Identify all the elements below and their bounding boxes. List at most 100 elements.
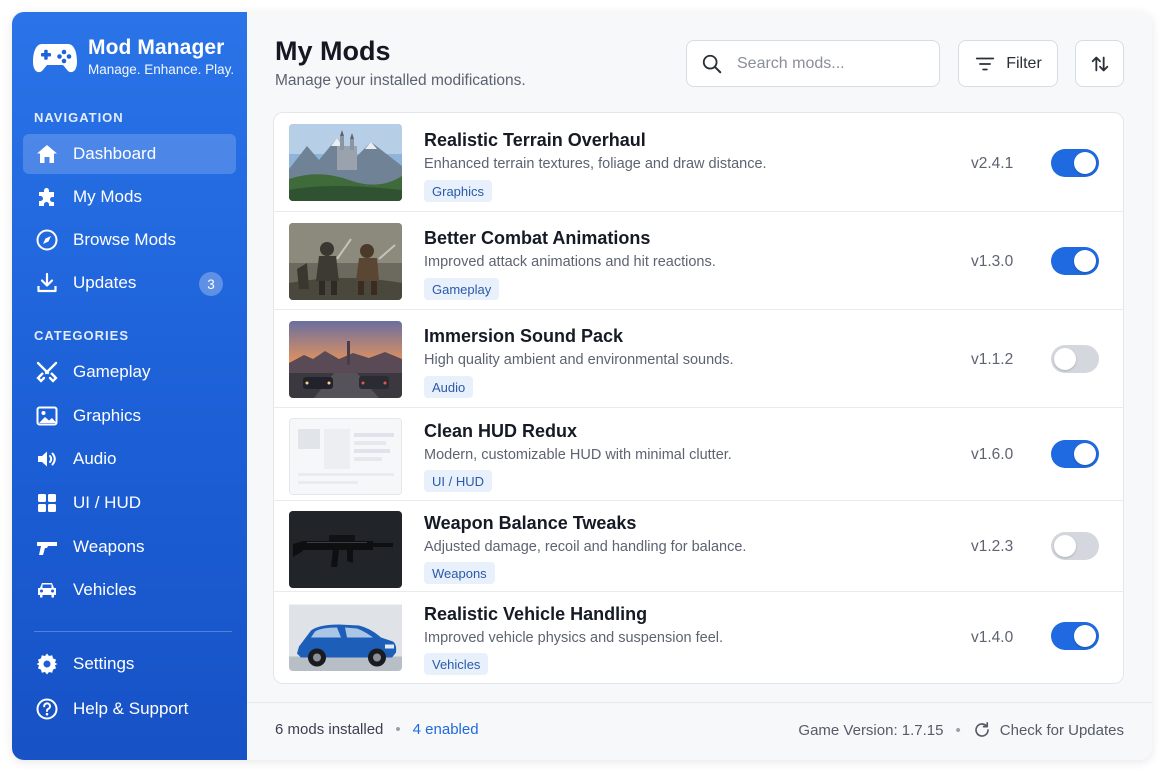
mod-enable-toggle[interactable] — [1051, 149, 1099, 177]
download-icon — [34, 270, 60, 296]
mod-thumbnail — [289, 418, 402, 495]
sunset-road-image — [289, 321, 402, 398]
mod-thumbnail — [289, 223, 402, 300]
mod-row: Realistic Vehicle Handling Improved vehi… — [274, 592, 1123, 683]
sidebar: Mod Manager Manage. Enhance. Play. NAVIG… — [12, 12, 247, 760]
app-tagline: Manage. Enhance. Play. — [88, 62, 235, 77]
mod-category-tag: UI / HUD — [424, 470, 492, 492]
sidebar-item-label: Settings — [73, 654, 135, 673]
enabled-count: 4 enabled — [412, 721, 479, 738]
sidebar-item-ui-hud[interactable]: UI / HUD — [23, 483, 236, 523]
crossed-swords-icon — [34, 359, 60, 385]
main-content: My Mods Manage your installed modificati… — [247, 12, 1152, 760]
page-title: My Mods — [275, 36, 391, 66]
mod-description: High quality ambient and environmental s… — [424, 352, 734, 368]
filter-label: Filter — [1006, 54, 1042, 72]
gear-icon — [34, 651, 60, 677]
gamepad-icon — [33, 43, 77, 72]
sidebar-item-settings[interactable]: Settings — [23, 644, 236, 684]
sidebar-item-dashboard[interactable]: Dashboard — [23, 134, 236, 174]
mod-title: Immersion Sound Pack — [424, 326, 624, 346]
filter-button[interactable]: Filter — [958, 40, 1058, 87]
game-version: Game Version: 1.7.15 — [798, 721, 944, 739]
mod-enable-toggle[interactable] — [1051, 440, 1099, 468]
mod-version: v2.4.1 — [971, 155, 1014, 172]
mod-version: v1.4.0 — [971, 629, 1014, 646]
sidebar-item-my-mods[interactable]: My Mods — [23, 177, 236, 217]
warriors-image — [289, 223, 402, 300]
sidebar-item-vehicles[interactable]: Vehicles — [23, 570, 236, 610]
navigation-section-label: NAVIGATION — [34, 110, 124, 125]
sort-arrows-icon — [1091, 56, 1108, 71]
footer-divider — [247, 702, 1152, 703]
sidebar-item-label: Graphics — [73, 406, 142, 425]
sort-button[interactable] — [1075, 40, 1124, 87]
sidebar-item-browse-mods[interactable]: Browse Mods — [23, 220, 236, 260]
mod-thumbnail — [289, 601, 402, 671]
mod-list: Realistic Terrain Overhaul Enhanced terr… — [273, 112, 1124, 684]
mod-category-tag: Graphics — [424, 180, 493, 202]
help-icon — [34, 696, 60, 722]
sidebar-item-graphics[interactable]: Graphics — [23, 396, 236, 436]
toggle-knob — [1054, 535, 1076, 557]
speaker-icon — [34, 446, 60, 472]
sidebar-item-updates[interactable]: Updates 3 — [23, 263, 236, 303]
sidebar-item-weapons[interactable]: Weapons — [23, 527, 236, 567]
separator-dot: • — [955, 721, 961, 739]
mod-enable-toggle[interactable] — [1051, 345, 1099, 373]
sidebar-item-label: Weapons — [73, 537, 145, 556]
updates-count-badge: 3 — [199, 272, 223, 296]
toggle-knob — [1054, 348, 1076, 370]
installed-count: 6 mods installed — [275, 721, 384, 738]
mod-enable-toggle[interactable] — [1051, 247, 1099, 275]
sidebar-item-label: My Mods — [73, 187, 142, 206]
blue-car-image — [289, 604, 402, 671]
mod-row: Weapon Balance Tweaks Adjusted damage, r… — [274, 501, 1123, 592]
filter-icon — [976, 57, 995, 70]
mod-title: Realistic Vehicle Handling — [424, 604, 648, 624]
car-icon — [34, 577, 60, 603]
sidebar-divider — [34, 631, 232, 632]
grid-icon — [34, 490, 60, 516]
mod-version: v1.2.3 — [971, 538, 1014, 555]
sidebar-item-label: Gameplay — [73, 362, 151, 381]
sidebar-item-gameplay[interactable]: Gameplay — [23, 352, 236, 392]
check-updates-label: Check for Updates — [999, 721, 1124, 739]
puzzle-icon — [34, 184, 60, 210]
sidebar-item-label: Dashboard — [73, 144, 157, 163]
toggle-knob — [1074, 443, 1096, 465]
search-icon — [702, 54, 722, 73]
sidebar-item-help-support[interactable]: Help & Support — [23, 689, 236, 729]
mod-row: Better Combat Animations Improved attack… — [274, 212, 1123, 310]
mod-enable-toggle[interactable] — [1051, 622, 1099, 650]
mod-version: v1.3.0 — [971, 253, 1014, 270]
mod-title: Weapon Balance Tweaks — [424, 513, 637, 533]
mod-category-tag: Audio — [424, 376, 474, 398]
check-updates-button[interactable]: Check for Updates — [973, 721, 1124, 739]
mod-row: Immersion Sound Pack High quality ambien… — [274, 310, 1123, 408]
mod-description: Enhanced terrain textures, foliage and d… — [424, 156, 767, 172]
mod-version: v1.1.2 — [971, 351, 1014, 368]
mod-enable-toggle[interactable] — [1051, 532, 1099, 560]
categories-section-label: CATEGORIES — [34, 328, 129, 343]
search-input[interactable] — [737, 54, 917, 73]
page-subtitle: Manage your installed modifications. — [275, 72, 526, 89]
mod-title: Clean HUD Redux — [424, 421, 578, 441]
sidebar-item-label: Vehicles — [73, 580, 137, 599]
mod-thumbnail — [289, 321, 402, 398]
app-window: Mod Manager Manage. Enhance. Play. NAVIG… — [12, 12, 1152, 760]
mod-category-tag: Weapons — [424, 562, 495, 584]
home-icon — [34, 141, 60, 167]
brand: Mod Manager Manage. Enhance. Play. — [32, 36, 234, 77]
mod-description: Improved vehicle physics and suspension … — [424, 630, 724, 646]
mountain-castle-image — [289, 124, 402, 201]
refresh-icon — [974, 722, 989, 737]
mod-thumbnail — [289, 124, 402, 201]
sidebar-item-audio[interactable]: Audio — [23, 439, 236, 479]
mod-title: Better Combat Animations — [424, 228, 651, 248]
footer-actions: Game Version: 1.7.15 • Check for Updates — [798, 721, 1124, 739]
search-box[interactable] — [686, 40, 940, 87]
sidebar-item-label: UI / HUD — [73, 493, 141, 512]
image-icon — [34, 403, 60, 429]
hud-mockup-image — [290, 419, 401, 494]
